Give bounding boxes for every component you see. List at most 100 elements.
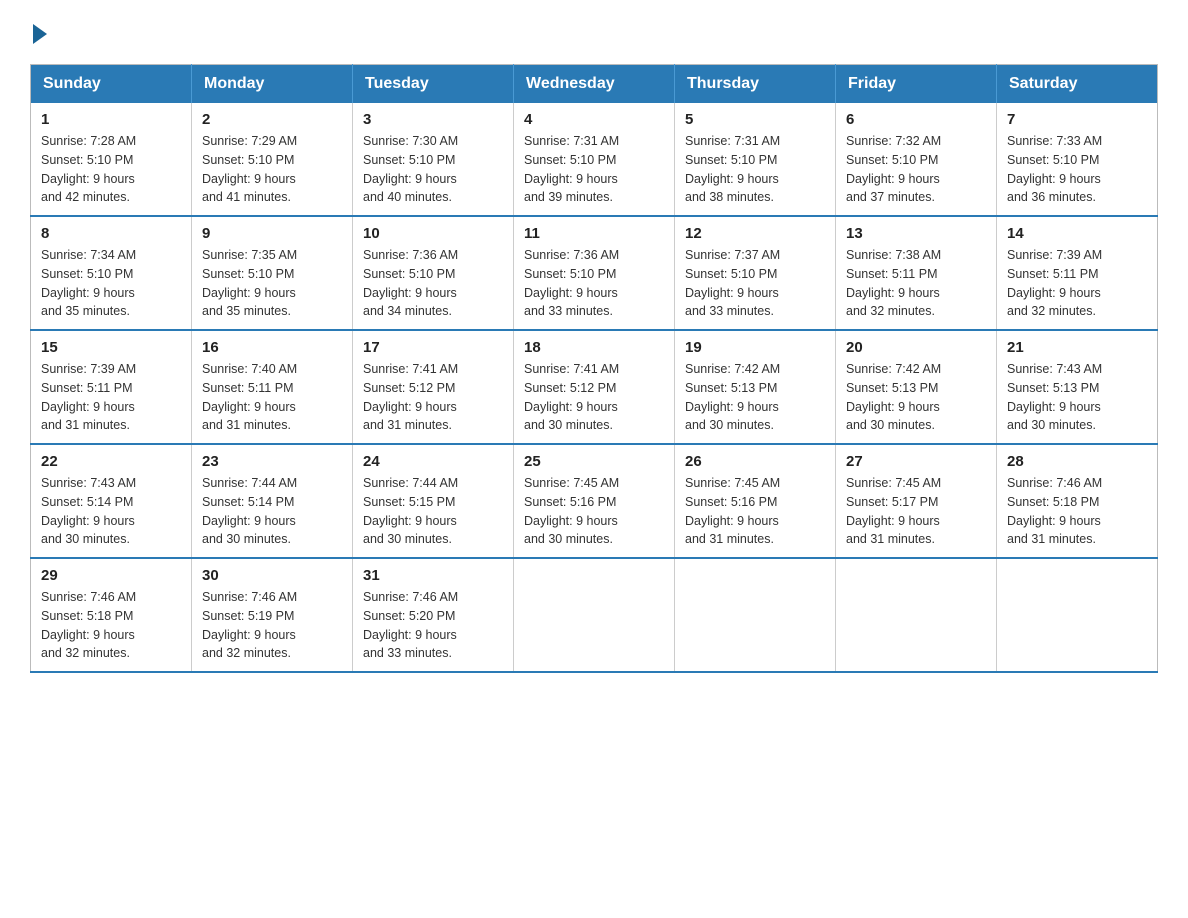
day-number: 10: [363, 225, 503, 242]
day-info: Sunrise: 7:45 AMSunset: 5:16 PMDaylight:…: [524, 474, 664, 549]
calendar-day-cell: [997, 558, 1158, 672]
day-number: 1: [41, 111, 181, 128]
day-info: Sunrise: 7:37 AMSunset: 5:10 PMDaylight:…: [685, 246, 825, 321]
day-number: 22: [41, 453, 181, 470]
day-number: 20: [846, 339, 986, 356]
day-info: Sunrise: 7:46 AMSunset: 5:19 PMDaylight:…: [202, 588, 342, 663]
day-info: Sunrise: 7:45 AMSunset: 5:16 PMDaylight:…: [685, 474, 825, 549]
day-info: Sunrise: 7:28 AMSunset: 5:10 PMDaylight:…: [41, 132, 181, 207]
day-number: 31: [363, 567, 503, 584]
day-of-week-header: Tuesday: [353, 65, 514, 104]
day-info: Sunrise: 7:46 AMSunset: 5:18 PMDaylight:…: [1007, 474, 1147, 549]
day-info: Sunrise: 7:36 AMSunset: 5:10 PMDaylight:…: [363, 246, 503, 321]
day-number: 4: [524, 111, 664, 128]
calendar-day-cell: 19Sunrise: 7:42 AMSunset: 5:13 PMDayligh…: [675, 330, 836, 444]
day-number: 7: [1007, 111, 1147, 128]
calendar-day-cell: 7 Sunrise: 7:33 AMSunset: 5:10 PMDaylight…: [997, 103, 1158, 216]
page-header: [30, 20, 1158, 44]
calendar-day-cell: 14 Sunrise: 7:39 AMSunset: 5:11 PMDayligh…: [997, 216, 1158, 330]
calendar-day-cell: 18 Sunrise: 7:41 AMSunset: 5:12 PMDayligh…: [514, 330, 675, 444]
calendar-day-cell: 13 Sunrise: 7:38 AMSunset: 5:11 PMDayligh…: [836, 216, 997, 330]
calendar-day-cell: 23Sunrise: 7:44 AMSunset: 5:14 PMDayligh…: [192, 444, 353, 558]
logo-arrow-icon: [33, 24, 47, 44]
calendar-day-cell: 21Sunrise: 7:43 AMSunset: 5:13 PMDayligh…: [997, 330, 1158, 444]
calendar-day-cell: 16 Sunrise: 7:40 AMSunset: 5:11 PMDayligh…: [192, 330, 353, 444]
day-number: 16: [202, 339, 342, 356]
day-info: Sunrise: 7:32 AMSunset: 5:10 PMDaylight:…: [846, 132, 986, 207]
day-info: Sunrise: 7:40 AMSunset: 5:11 PMDaylight:…: [202, 360, 342, 435]
day-info: Sunrise: 7:44 AMSunset: 5:14 PMDaylight:…: [202, 474, 342, 549]
day-number: 9: [202, 225, 342, 242]
day-info: Sunrise: 7:41 AMSunset: 5:12 PMDaylight:…: [524, 360, 664, 435]
day-info: Sunrise: 7:36 AMSunset: 5:10 PMDaylight:…: [524, 246, 664, 321]
day-of-week-header: Friday: [836, 65, 997, 104]
calendar-week-row: 29 Sunrise: 7:46 AMSunset: 5:18 PMDayligh…: [31, 558, 1158, 672]
calendar-day-cell: 8 Sunrise: 7:34 AMSunset: 5:10 PMDaylight…: [31, 216, 192, 330]
calendar-day-cell: 31 Sunrise: 7:46 AMSunset: 5:20 PMDayligh…: [353, 558, 514, 672]
day-of-week-header: Sunday: [31, 65, 192, 104]
calendar-day-cell: 28 Sunrise: 7:46 AMSunset: 5:18 PMDayligh…: [997, 444, 1158, 558]
calendar-table: SundayMondayTuesdayWednesdayThursdayFrid…: [30, 64, 1158, 673]
day-info: Sunrise: 7:35 AMSunset: 5:10 PMDaylight:…: [202, 246, 342, 321]
day-number: 12: [685, 225, 825, 242]
day-info: Sunrise: 7:39 AMSunset: 5:11 PMDaylight:…: [1007, 246, 1147, 321]
calendar-day-cell: 30 Sunrise: 7:46 AMSunset: 5:19 PMDayligh…: [192, 558, 353, 672]
calendar-day-cell: 24 Sunrise: 7:44 AMSunset: 5:15 PMDayligh…: [353, 444, 514, 558]
calendar-day-cell: 5 Sunrise: 7:31 AMSunset: 5:10 PMDaylight…: [675, 103, 836, 216]
day-info: Sunrise: 7:34 AMSunset: 5:10 PMDaylight:…: [41, 246, 181, 321]
calendar-day-cell: 17Sunrise: 7:41 AMSunset: 5:12 PMDayligh…: [353, 330, 514, 444]
day-of-week-header: Monday: [192, 65, 353, 104]
calendar-week-row: 15 Sunrise: 7:39 AMSunset: 5:11 PMDayligh…: [31, 330, 1158, 444]
calendar-day-cell: 25 Sunrise: 7:45 AMSunset: 5:16 PMDayligh…: [514, 444, 675, 558]
calendar-day-cell: 10 Sunrise: 7:36 AMSunset: 5:10 PMDayligh…: [353, 216, 514, 330]
day-info: Sunrise: 7:42 AMSunset: 5:13 PMDaylight:…: [685, 360, 825, 435]
calendar-day-cell: 1 Sunrise: 7:28 AMSunset: 5:10 PMDaylight…: [31, 103, 192, 216]
calendar-day-cell: [675, 558, 836, 672]
day-info: Sunrise: 7:45 AMSunset: 5:17 PMDaylight:…: [846, 474, 986, 549]
day-info: Sunrise: 7:44 AMSunset: 5:15 PMDaylight:…: [363, 474, 503, 549]
day-number: 14: [1007, 225, 1147, 242]
day-number: 6: [846, 111, 986, 128]
day-info: Sunrise: 7:39 AMSunset: 5:11 PMDaylight:…: [41, 360, 181, 435]
day-number: 28: [1007, 453, 1147, 470]
day-number: 21: [1007, 339, 1147, 356]
calendar-header: SundayMondayTuesdayWednesdayThursdayFrid…: [31, 65, 1158, 104]
day-of-week-header: Saturday: [997, 65, 1158, 104]
day-number: 17: [363, 339, 503, 356]
day-info: Sunrise: 7:33 AMSunset: 5:10 PMDaylight:…: [1007, 132, 1147, 207]
calendar-day-cell: 29 Sunrise: 7:46 AMSunset: 5:18 PMDayligh…: [31, 558, 192, 672]
day-number: 2: [202, 111, 342, 128]
calendar-body: 1 Sunrise: 7:28 AMSunset: 5:10 PMDaylight…: [31, 103, 1158, 672]
calendar-day-cell: 4 Sunrise: 7:31 AMSunset: 5:10 PMDaylight…: [514, 103, 675, 216]
day-number: 15: [41, 339, 181, 356]
day-info: Sunrise: 7:46 AMSunset: 5:18 PMDaylight:…: [41, 588, 181, 663]
day-number: 8: [41, 225, 181, 242]
calendar-week-row: 8 Sunrise: 7:34 AMSunset: 5:10 PMDaylight…: [31, 216, 1158, 330]
day-number: 30: [202, 567, 342, 584]
day-number: 25: [524, 453, 664, 470]
day-info: Sunrise: 7:38 AMSunset: 5:11 PMDaylight:…: [846, 246, 986, 321]
calendar-day-cell: [514, 558, 675, 672]
day-number: 24: [363, 453, 503, 470]
day-info: Sunrise: 7:31 AMSunset: 5:10 PMDaylight:…: [524, 132, 664, 207]
day-info: Sunrise: 7:30 AMSunset: 5:10 PMDaylight:…: [363, 132, 503, 207]
day-number: 29: [41, 567, 181, 584]
day-of-week-header: Thursday: [675, 65, 836, 104]
calendar-day-cell: 12 Sunrise: 7:37 AMSunset: 5:10 PMDayligh…: [675, 216, 836, 330]
days-of-week-row: SundayMondayTuesdayWednesdayThursdayFrid…: [31, 65, 1158, 104]
day-info: Sunrise: 7:42 AMSunset: 5:13 PMDaylight:…: [846, 360, 986, 435]
day-info: Sunrise: 7:31 AMSunset: 5:10 PMDaylight:…: [685, 132, 825, 207]
logo: [30, 20, 47, 44]
day-number: 3: [363, 111, 503, 128]
calendar-week-row: 1 Sunrise: 7:28 AMSunset: 5:10 PMDaylight…: [31, 103, 1158, 216]
day-info: Sunrise: 7:46 AMSunset: 5:20 PMDaylight:…: [363, 588, 503, 663]
day-number: 18: [524, 339, 664, 356]
calendar-day-cell: [836, 558, 997, 672]
calendar-day-cell: 22Sunrise: 7:43 AMSunset: 5:14 PMDayligh…: [31, 444, 192, 558]
day-number: 5: [685, 111, 825, 128]
calendar-day-cell: 26Sunrise: 7:45 AMSunset: 5:16 PMDayligh…: [675, 444, 836, 558]
day-info: Sunrise: 7:29 AMSunset: 5:10 PMDaylight:…: [202, 132, 342, 207]
day-of-week-header: Wednesday: [514, 65, 675, 104]
day-number: 13: [846, 225, 986, 242]
day-number: 27: [846, 453, 986, 470]
